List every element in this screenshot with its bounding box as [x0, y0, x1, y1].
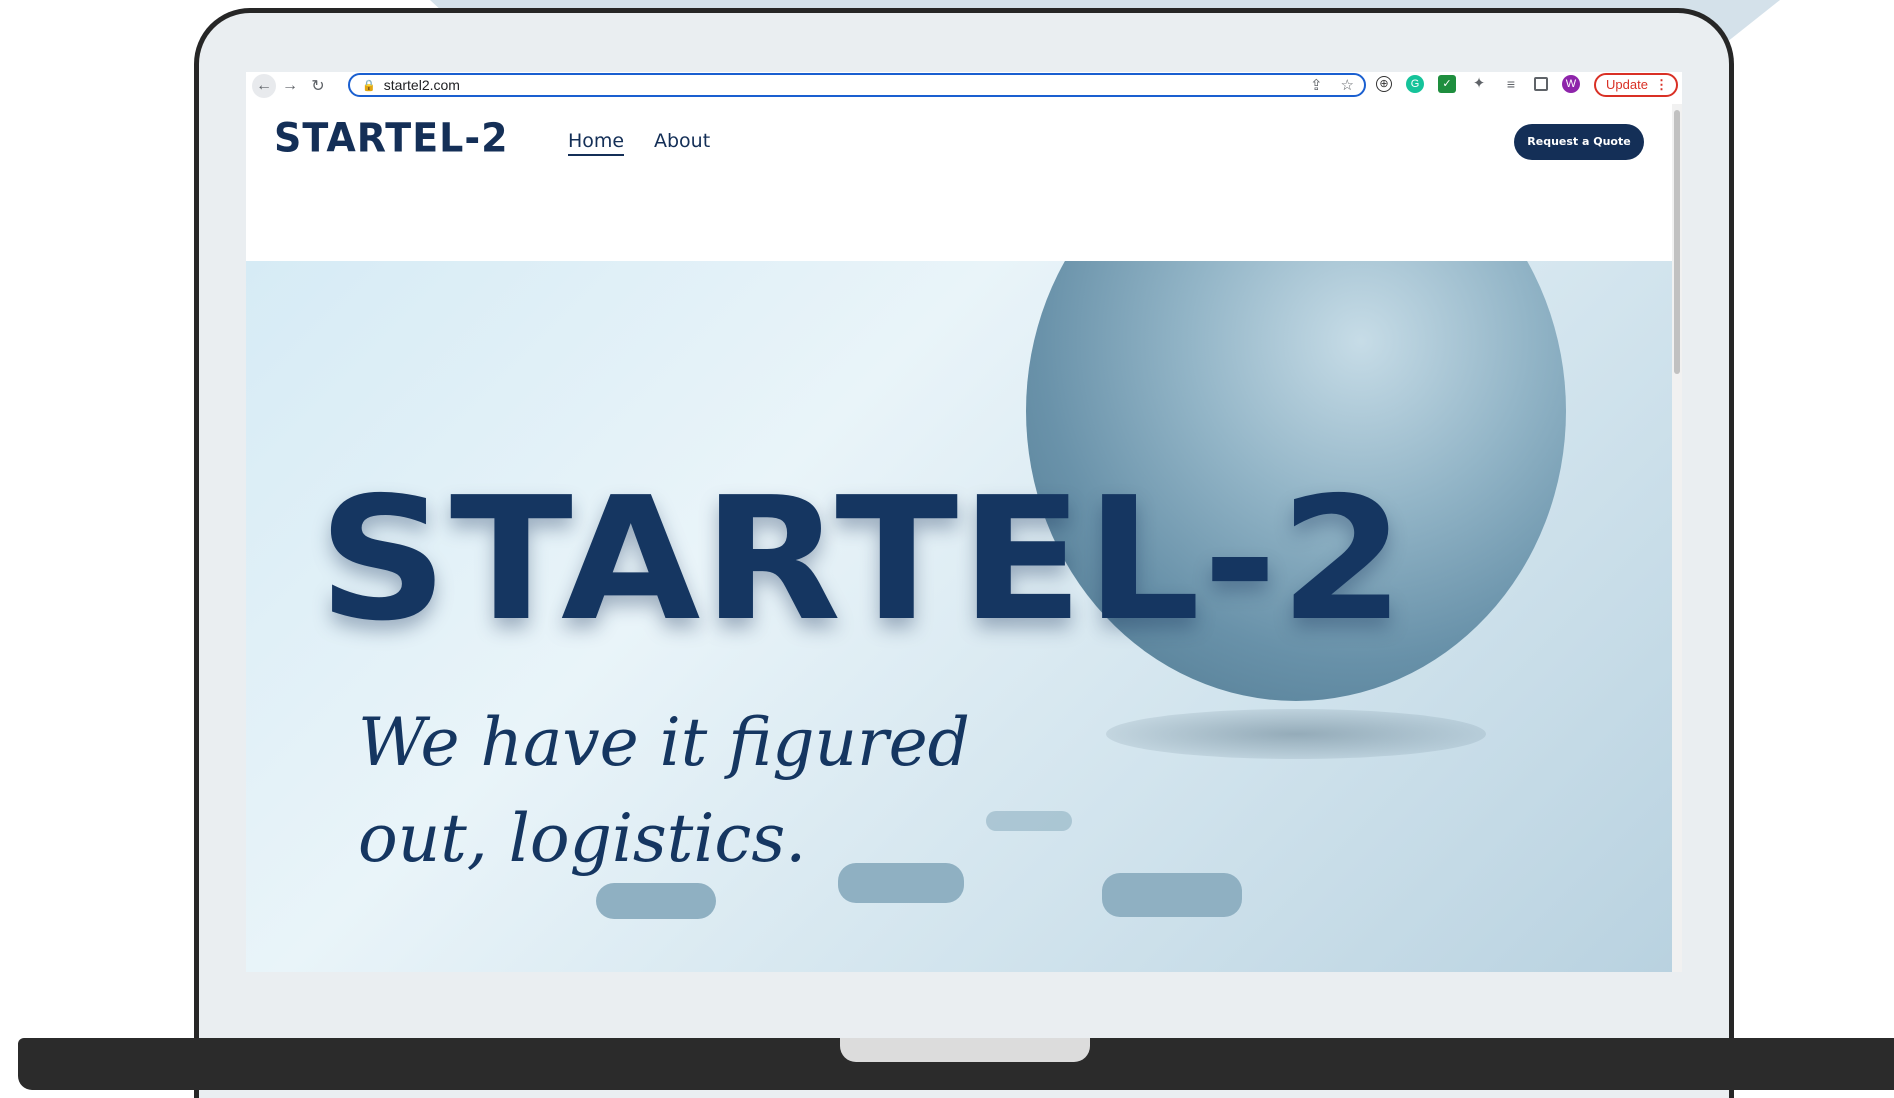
scrollbar-thumb[interactable]: [1674, 110, 1680, 374]
back-arrow-icon[interactable]: ←: [252, 74, 276, 98]
request-quote-button[interactable]: Request a Quote: [1514, 124, 1644, 160]
url-text: startel2.com: [383, 77, 460, 93]
page-scrollbar[interactable]: [1672, 104, 1682, 972]
extensions-area: ⊕ G ✓ ✦ ≡ W: [1376, 75, 1580, 93]
tagline-line-1: We have it figured: [358, 704, 970, 781]
share-icon[interactable]: ⇪: [1310, 76, 1323, 94]
site-logo[interactable]: STARTEL-2: [274, 115, 509, 161]
lock-icon: 🔒: [362, 79, 376, 92]
update-button[interactable]: Update ⋮: [1594, 73, 1678, 97]
side-panel-icon[interactable]: [1534, 77, 1548, 91]
puzzle-piece-image: [1102, 873, 1242, 917]
address-bar[interactable]: 🔒 startel2.com ⇪ ☆: [348, 73, 1366, 97]
laptop-screen: ← → ↻ 🔒 startel2.com ⇪ ☆ ⊕ G ✓ ✦ ≡ W Upd…: [246, 72, 1682, 972]
update-label: Update: [1606, 77, 1648, 92]
tagline-line-2: out, logistics.: [358, 800, 807, 877]
zoom-extension-icon[interactable]: ⊕: [1376, 76, 1392, 92]
grammarly-icon[interactable]: G: [1406, 75, 1424, 93]
hero-tagline: We have it figured out, logistics.: [358, 695, 1018, 887]
hero-banner: STARTEL-2 We have it figured out, logist…: [246, 261, 1672, 972]
nav-home-link[interactable]: Home: [568, 130, 625, 156]
profile-avatar[interactable]: W: [1562, 75, 1580, 93]
bookmark-star-icon[interactable]: ☆: [1341, 76, 1354, 94]
laptop-notch: [840, 1038, 1090, 1062]
globe-shadow: [1106, 709, 1486, 759]
reading-list-icon[interactable]: ≡: [1502, 75, 1520, 93]
site-header: STARTEL-2 Home About Request a Quote: [246, 100, 1672, 260]
forward-arrow-icon[interactable]: →: [276, 77, 304, 95]
reload-icon[interactable]: ↻: [304, 76, 332, 96]
extensions-puzzle-icon[interactable]: ✦: [1470, 75, 1488, 93]
checkmark-extension-icon[interactable]: ✓: [1438, 75, 1456, 93]
browser-toolbar: ← → ↻ 🔒 startel2.com ⇪ ☆ ⊕ G ✓ ✦ ≡ W Upd…: [246, 72, 1682, 100]
puzzle-piece-image: [596, 883, 716, 919]
hero-title: STARTEL-2: [318, 461, 1407, 659]
nav-about-link[interactable]: About: [654, 130, 710, 152]
menu-dots-icon: ⋮: [1655, 77, 1668, 92]
